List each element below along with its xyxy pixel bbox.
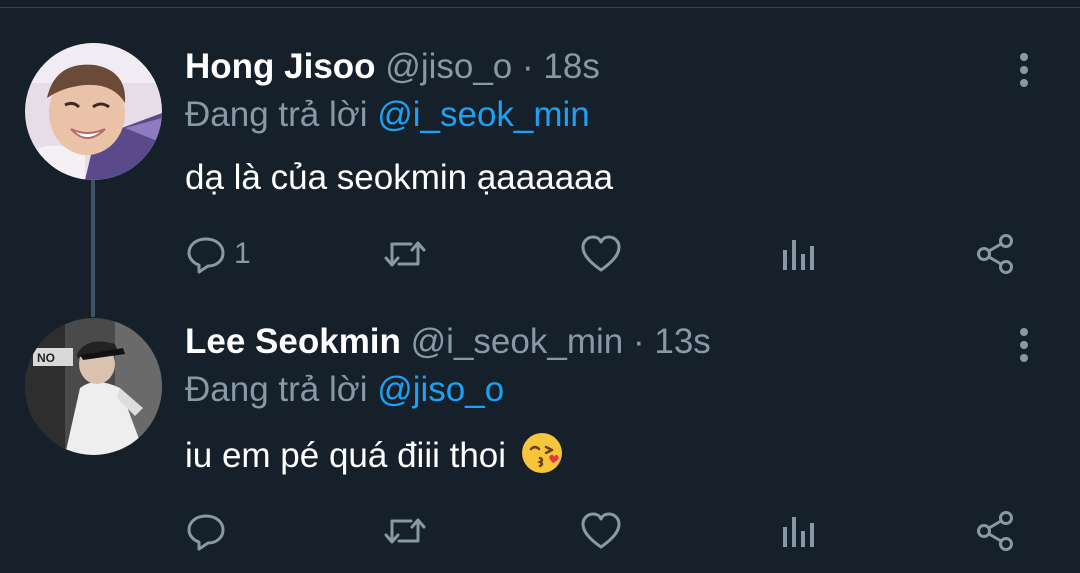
analytics-icon	[780, 234, 816, 274]
tweet-text: iu em pé quá điii thoi	[185, 431, 564, 478]
share-button[interactable]	[975, 506, 1015, 556]
user-handle[interactable]: @jiso_o	[385, 47, 512, 86]
replying-to-label: Đang trả lời	[185, 95, 368, 134]
tweet-2[interactable]: NO Lee Seokmin @i_seok_min · 13s Đang tr…	[0, 318, 1080, 573]
more-vertical-icon[interactable]	[1008, 323, 1040, 363]
replying-to: Đang trả lời @jiso_o	[185, 368, 504, 412]
replying-to-label: Đang trả lời	[185, 370, 368, 409]
heart-icon	[580, 234, 622, 274]
analytics-button[interactable]	[780, 506, 816, 556]
like-button[interactable]	[580, 506, 622, 556]
replying-to-mention[interactable]: @jiso_o	[377, 370, 504, 409]
avatar-lee-seokmin[interactable]: NO	[25, 318, 162, 455]
replying-to-mention[interactable]: @i_seok_min	[377, 95, 590, 134]
avatar-hong-jisoo[interactable]	[25, 43, 162, 180]
replying-to: Đang trả lời @i_seok_min	[185, 93, 590, 137]
share-icon	[975, 233, 1015, 275]
tweet-actions: 1	[0, 229, 1080, 279]
tweet-header: Lee Seokmin @i_seok_min · 13s	[185, 320, 711, 364]
tweet-header: Hong Jisoo @jiso_o · 18s	[185, 45, 600, 89]
more-vertical-icon[interactable]	[1008, 48, 1040, 88]
timestamp[interactable]: 18s	[543, 47, 599, 86]
timestamp[interactable]: 13s	[654, 322, 710, 361]
retweet-button[interactable]	[383, 229, 427, 279]
analytics-button[interactable]	[780, 229, 816, 279]
reply-button[interactable]: 1	[186, 229, 251, 279]
reply-icon	[186, 511, 226, 551]
display-name[interactable]: Lee Seokmin	[185, 322, 401, 361]
share-icon	[975, 510, 1015, 552]
reply-button[interactable]	[186, 506, 234, 556]
retweet-button[interactable]	[383, 506, 427, 556]
tweet-1[interactable]: Hong Jisoo @jiso_o · 18s Đang trả lời @i…	[0, 43, 1080, 293]
heart-icon	[580, 511, 622, 551]
tweet-text-body: iu em pé quá điii thoi	[185, 436, 507, 475]
like-button[interactable]	[580, 229, 622, 279]
separator-dot: ·	[522, 47, 534, 86]
tweet-text: dạ là của seokmin ạaaaaaa	[185, 158, 614, 197]
retweet-icon	[383, 511, 427, 551]
user-handle[interactable]: @i_seok_min	[411, 322, 624, 361]
svg-text:NO: NO	[37, 351, 55, 365]
kissing-heart-emoji-icon	[520, 431, 564, 475]
display-name[interactable]: Hong Jisoo	[185, 47, 376, 86]
reply-count: 1	[234, 237, 251, 270]
reply-icon	[186, 234, 226, 274]
separator-dot: ·	[632, 322, 645, 361]
top-divider	[0, 0, 1080, 8]
tweet-actions	[0, 506, 1080, 556]
analytics-icon	[780, 511, 816, 551]
retweet-icon	[383, 234, 427, 274]
share-button[interactable]	[975, 229, 1015, 279]
